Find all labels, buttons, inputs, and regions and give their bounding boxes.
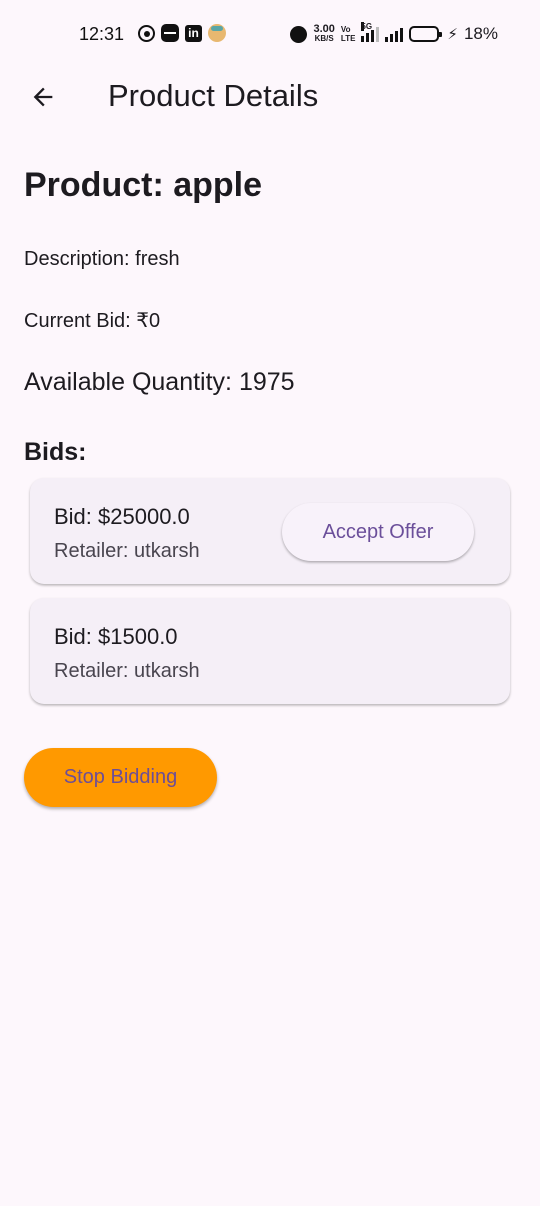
battery-percent: 18% <box>463 24 498 43</box>
product-title: Product: apple <box>24 166 263 204</box>
linkedin-icon: in <box>185 24 202 42</box>
system-icons: 3.00 KB/S Vo LTE 5G ⚡ 18% <box>290 22 498 44</box>
bid-amount: Bid: $25000.0 <box>54 504 190 529</box>
status-bar: 12:31 in 3.00 KB/S Vo LTE 5G ⚡ 18% <box>0 0 540 70</box>
network-speed: 3.00 KB/S <box>313 23 335 44</box>
bid-card: Bid: $1500.0 Retailer: utkarsh <box>30 598 510 704</box>
volte-bottom: LTE <box>340 34 356 43</box>
notification-icons: in <box>138 24 226 42</box>
volte-top: Vo <box>340 25 351 34</box>
app-bar: Product Details <box>0 70 540 126</box>
current-bid: Current Bid: ₹0 <box>24 310 161 332</box>
volte-indicator: Vo LTE <box>341 25 356 43</box>
stop-bidding-button[interactable]: Stop Bidding <box>24 748 217 807</box>
app-face-icon <box>208 24 226 42</box>
bids-heading: Bids: <box>24 438 87 466</box>
signal-icon <box>385 26 404 42</box>
status-time: 12:31 <box>79 24 125 44</box>
product-description: Description: fresh <box>24 248 180 270</box>
page-title: Product Details <box>108 78 319 113</box>
bid-card: Bid: $25000.0 Retailer: utkarsh Accept O… <box>30 478 510 584</box>
whatsapp-icon <box>138 24 155 42</box>
arrow-left-icon <box>33 87 53 107</box>
alarm-icon <box>290 25 308 43</box>
signal-icon: 5G <box>361 22 380 42</box>
network-tag: 5G <box>361 22 373 31</box>
network-speed-value: 3.00 <box>313 23 335 35</box>
battery-icon <box>409 26 443 42</box>
bid-amount: Bid: $1500.0 <box>54 624 178 649</box>
accept-offer-button[interactable]: Accept Offer <box>282 503 474 561</box>
bid-retailer: Retailer: utkarsh <box>54 540 200 562</box>
charging-icon: ⚡ <box>447 26 458 43</box>
available-quantity: Available Quantity: 1975 <box>24 368 295 396</box>
bid-retailer: Retailer: utkarsh <box>54 660 200 682</box>
zomato-icon <box>161 24 179 42</box>
back-button[interactable] <box>22 76 64 118</box>
network-speed-unit: KB/S <box>314 34 334 43</box>
